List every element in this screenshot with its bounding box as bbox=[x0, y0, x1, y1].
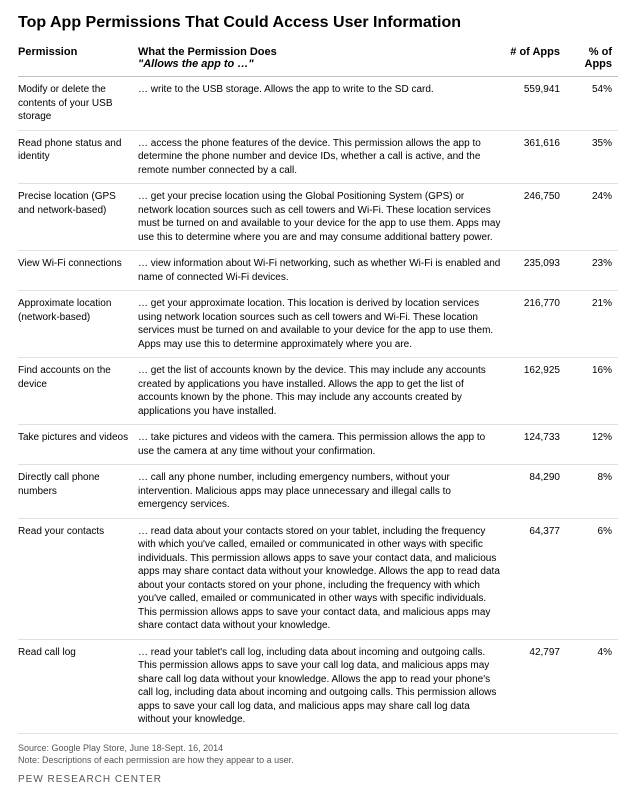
cell-description: … take pictures and videos with the came… bbox=[138, 425, 508, 465]
table-row: Approximate location (network-based)… ge… bbox=[18, 291, 618, 358]
cell-description: … access the phone features of the devic… bbox=[138, 130, 508, 184]
table-row: Read your contacts… read data about your… bbox=[18, 518, 618, 639]
cell-num-apps: 361,616 bbox=[508, 130, 566, 184]
cell-num-apps: 42,797 bbox=[508, 639, 566, 733]
cell-description: … call any phone number, including emerg… bbox=[138, 465, 508, 519]
cell-pct-apps: 6% bbox=[566, 518, 618, 639]
col-description: What the Permission Does "Allows the app… bbox=[138, 42, 508, 77]
col-num-apps: # of Apps bbox=[508, 42, 566, 77]
table-row: Read call log… read your tablet's call l… bbox=[18, 639, 618, 733]
cell-description: … write to the USB storage. Allows the a… bbox=[138, 77, 508, 131]
cell-permission: Modify or delete the contents of your US… bbox=[18, 77, 138, 131]
table-row: Precise location (GPS and network-based)… bbox=[18, 184, 618, 251]
cell-pct-apps: 21% bbox=[566, 291, 618, 358]
cell-pct-apps: 4% bbox=[566, 639, 618, 733]
cell-num-apps: 235,093 bbox=[508, 251, 566, 291]
table-row: View Wi-Fi connections… view information… bbox=[18, 251, 618, 291]
cell-description: … view information about Wi-Fi networkin… bbox=[138, 251, 508, 291]
permissions-table: Permission What the Permission Does "All… bbox=[18, 42, 618, 734]
table-row: Read phone status and identity… access t… bbox=[18, 130, 618, 184]
cell-permission: Directly call phone numbers bbox=[18, 465, 138, 519]
page-title: Top App Permissions That Could Access Us… bbox=[18, 14, 618, 32]
cell-pct-apps: 24% bbox=[566, 184, 618, 251]
table-row: Directly call phone numbers… call any ph… bbox=[18, 465, 618, 519]
cell-permission: Precise location (GPS and network-based) bbox=[18, 184, 138, 251]
cell-num-apps: 559,941 bbox=[508, 77, 566, 131]
cell-permission: Read phone status and identity bbox=[18, 130, 138, 184]
cell-permission: Find accounts on the device bbox=[18, 358, 138, 425]
cell-permission: View Wi-Fi connections bbox=[18, 251, 138, 291]
cell-num-apps: 84,290 bbox=[508, 465, 566, 519]
col-description-label: What the Permission Does bbox=[138, 46, 277, 58]
table-row: Take pictures and videos… take pictures … bbox=[18, 425, 618, 465]
footer: Source: Google Play Store, June 18-Sept.… bbox=[18, 742, 618, 785]
cell-num-apps: 162,925 bbox=[508, 358, 566, 425]
cell-permission: Read your contacts bbox=[18, 518, 138, 639]
cell-pct-apps: 12% bbox=[566, 425, 618, 465]
cell-num-apps: 64,377 bbox=[508, 518, 566, 639]
cell-description: … read data about your contacts stored o… bbox=[138, 518, 508, 639]
cell-num-apps: 246,750 bbox=[508, 184, 566, 251]
table-body: Modify or delete the contents of your US… bbox=[18, 77, 618, 734]
table-header: Permission What the Permission Does "All… bbox=[18, 42, 618, 77]
col-description-sub: "Allows the app to …" bbox=[138, 58, 504, 70]
cell-pct-apps: 54% bbox=[566, 77, 618, 131]
cell-description: … get your precise location using the Gl… bbox=[138, 184, 508, 251]
cell-description: … get the list of accounts known by the … bbox=[138, 358, 508, 425]
source-text: Source: Google Play Store, June 18-Sept.… bbox=[18, 742, 618, 754]
cell-num-apps: 216,770 bbox=[508, 291, 566, 358]
cell-pct-apps: 8% bbox=[566, 465, 618, 519]
col-pct-apps: % of Apps bbox=[566, 42, 618, 77]
cell-pct-apps: 35% bbox=[566, 130, 618, 184]
note-text: Note: Descriptions of each permission ar… bbox=[18, 754, 618, 766]
cell-description: … read your tablet's call log, including… bbox=[138, 639, 508, 733]
cell-pct-apps: 16% bbox=[566, 358, 618, 425]
cell-pct-apps: 23% bbox=[566, 251, 618, 291]
cell-description: … get your approximate location. This lo… bbox=[138, 291, 508, 358]
cell-permission: Read call log bbox=[18, 639, 138, 733]
cell-permission: Approximate location (network-based) bbox=[18, 291, 138, 358]
cell-num-apps: 124,733 bbox=[508, 425, 566, 465]
page-container: Top App Permissions That Could Access Us… bbox=[0, 0, 636, 797]
cell-permission: Take pictures and videos bbox=[18, 425, 138, 465]
table-row: Find accounts on the device… get the lis… bbox=[18, 358, 618, 425]
table-row: Modify or delete the contents of your US… bbox=[18, 77, 618, 131]
col-permission: Permission bbox=[18, 42, 138, 77]
org-name: PEW RESEARCH CENTER bbox=[18, 774, 618, 785]
